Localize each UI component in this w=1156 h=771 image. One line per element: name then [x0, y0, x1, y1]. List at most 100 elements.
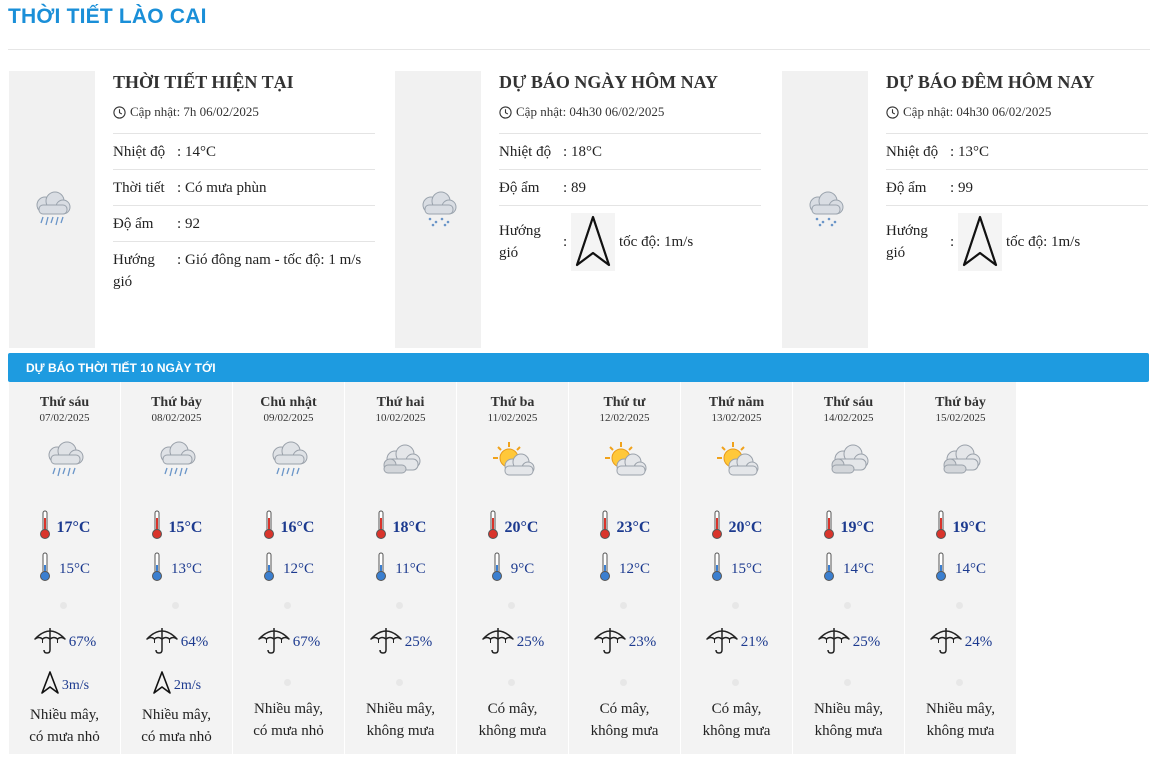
description-line: có mưa nhỏ — [141, 729, 212, 745]
day-date: 10/02/2025 — [375, 412, 426, 424]
thermometer-hot-icon — [823, 510, 835, 545]
forecast-day-card: Thứ tư 12/02/2025 23°C 12°C 23% Có mây, không … — [569, 382, 680, 754]
rain-chance-value: 25% — [852, 634, 881, 650]
rain-chance: 24% — [905, 625, 1016, 660]
max-temp: 20°C — [457, 510, 568, 545]
updated-time: Cập nhật: 04h30 06/02/2025 — [886, 103, 1148, 121]
day-name: Thứ ba — [490, 395, 535, 410]
forecast-day-card: Thứ ba 11/02/2025 20°C 9°C 25% Có mây, không m… — [457, 382, 568, 754]
rain-chance-value: 23% — [628, 634, 657, 650]
description-line: Nhiều mây, — [253, 701, 323, 717]
day-name: Thứ sáu — [823, 395, 874, 410]
partly-sunny-icon — [681, 436, 792, 486]
row-humidity: Độ ẩm:99 — [886, 170, 1148, 206]
panel-title: DỰ BÁO ĐÊM HÔM NAY — [886, 72, 1095, 92]
forecast-day-card: Thứ sáu 14/02/2025 19°C 14°C 25% Nhiều mây, kh… — [793, 382, 904, 754]
updated-text: Cập nhật: 04h30 06/02/2025 — [516, 104, 665, 119]
cloudy-icon — [905, 436, 1016, 486]
thermometer-hot-icon — [375, 510, 387, 545]
rain-chance: 25% — [457, 625, 568, 660]
thermometer-cold-icon — [491, 552, 503, 587]
max-temp-value: 20°C — [504, 518, 539, 536]
max-temp-value: 19°C — [840, 518, 875, 536]
max-temp-value: 20°C — [728, 518, 763, 536]
forecast-day-card: Thứ sáu 07/02/2025 17°C 15°C 67% 3m/s Nhiều mâ… — [9, 382, 120, 754]
wind-speed-value: 3m/s — [61, 677, 90, 693]
umbrella-icon — [257, 625, 291, 660]
row-label: Hướng gió — [499, 223, 541, 261]
min-temp: 14°C — [905, 552, 1016, 587]
day-date: 14/02/2025 — [823, 412, 874, 424]
max-temp-value: 18°C — [392, 518, 427, 536]
wind-direction-arrow-icon — [152, 670, 172, 701]
thermometer-hot-icon — [151, 510, 163, 545]
description-line: có mưa nhỏ — [29, 729, 100, 745]
description-line: Nhiều mây, — [141, 707, 211, 723]
row-wind: Hướng gió: Gió đông nam - tốc độ: 1 m/s — [113, 242, 375, 299]
separator-dot — [732, 602, 739, 609]
day-name: Thứ tư — [603, 395, 646, 410]
min-temp: 15°C — [9, 552, 120, 587]
rain-cloud-icon — [395, 71, 481, 348]
day-date: 13/02/2025 — [711, 412, 762, 424]
umbrella-icon — [481, 625, 515, 660]
min-temp: 12°C — [233, 552, 344, 587]
day-name: Thứ sáu — [39, 395, 90, 410]
description-line: không mưa — [590, 723, 659, 739]
row-label: Thời tiết — [113, 180, 165, 196]
description-line: không mưa — [702, 723, 771, 739]
rain-chance-value: 67% — [292, 634, 321, 650]
cloudy-icon — [793, 436, 904, 486]
thermometer-cold-icon — [263, 552, 275, 587]
max-temp: 18°C — [345, 510, 456, 545]
day-name: Thứ bảy — [151, 395, 202, 410]
row-temperature: Nhiệt độ:13°C — [886, 134, 1148, 170]
thermometer-cold-icon — [823, 552, 835, 587]
panel-tonight-forecast: DỰ BÁO ĐÊM HÔM NAY Cập nhật: 04h30 06/02… — [782, 71, 1152, 348]
row-temperature: Nhiệt độ:18°C — [499, 134, 761, 170]
rain-chance: 25% — [793, 625, 904, 660]
clock-icon — [113, 105, 126, 119]
row-humidity: Độ ẩm:89 — [499, 170, 761, 206]
max-temp-value: 19°C — [952, 518, 987, 536]
min-temp-value: 15°C — [58, 561, 90, 577]
separator-dot — [620, 602, 627, 609]
row-label: Nhiệt độ — [113, 144, 166, 160]
row-value: 92 — [185, 216, 200, 232]
wind-direction-arrow-icon — [571, 213, 615, 271]
weather-description: Có mây, không mưa — [569, 698, 680, 742]
rain-chance: 23% — [569, 625, 680, 660]
max-temp-value: 15°C — [168, 518, 203, 536]
rain-cloud-icon — [782, 71, 868, 348]
description-line: Nhiều mây, — [365, 701, 435, 717]
separator-dot — [956, 602, 963, 609]
separator-dot — [284, 602, 291, 609]
title-divider — [8, 49, 1150, 50]
day-date: 07/02/2025 — [39, 412, 90, 424]
row-value: 14°C — [185, 144, 217, 160]
umbrella-icon — [929, 625, 963, 660]
rain-chance-value: 25% — [516, 634, 545, 650]
weather-description: Có mây, không mưa — [681, 698, 792, 742]
min-temp-value: 14°C — [954, 561, 986, 577]
umbrella-icon — [593, 625, 627, 660]
panel-today-forecast: DỰ BÁO NGÀY HÔM NAY Cập nhật: 04h30 06/0… — [395, 71, 765, 348]
weather-description: Nhiều mây, có mưa nhỏ — [9, 704, 120, 748]
min-temp-value: 9°C — [510, 561, 535, 577]
forecast-day-card: Thứ bảy 08/02/2025 15°C 13°C 64% 2m/s Nhiều mâ… — [121, 382, 232, 754]
row-label: Độ ẩm — [499, 180, 540, 196]
rain-chance: 67% — [233, 625, 344, 660]
row-value: 89 — [571, 180, 586, 196]
thermometer-hot-icon — [487, 510, 499, 545]
row-wind: Hướng gió: tốc độ: 1m/s — [886, 206, 1148, 277]
max-temp-value: 17°C — [56, 518, 91, 536]
separator-dot — [60, 602, 67, 609]
umbrella-icon — [369, 625, 403, 660]
wind-speed: tốc độ: 1m/s — [1006, 234, 1081, 250]
thermometer-cold-icon — [711, 552, 723, 587]
ten-day-forecast: Thứ sáu 07/02/2025 17°C 15°C 67% 3m/s Nhiều mâ… — [9, 382, 1017, 762]
thermometer-cold-icon — [599, 552, 611, 587]
rain-chance-value: 25% — [404, 634, 433, 650]
wind-speed: 3m/s — [9, 670, 120, 701]
row-label: Hướng gió — [886, 223, 928, 261]
